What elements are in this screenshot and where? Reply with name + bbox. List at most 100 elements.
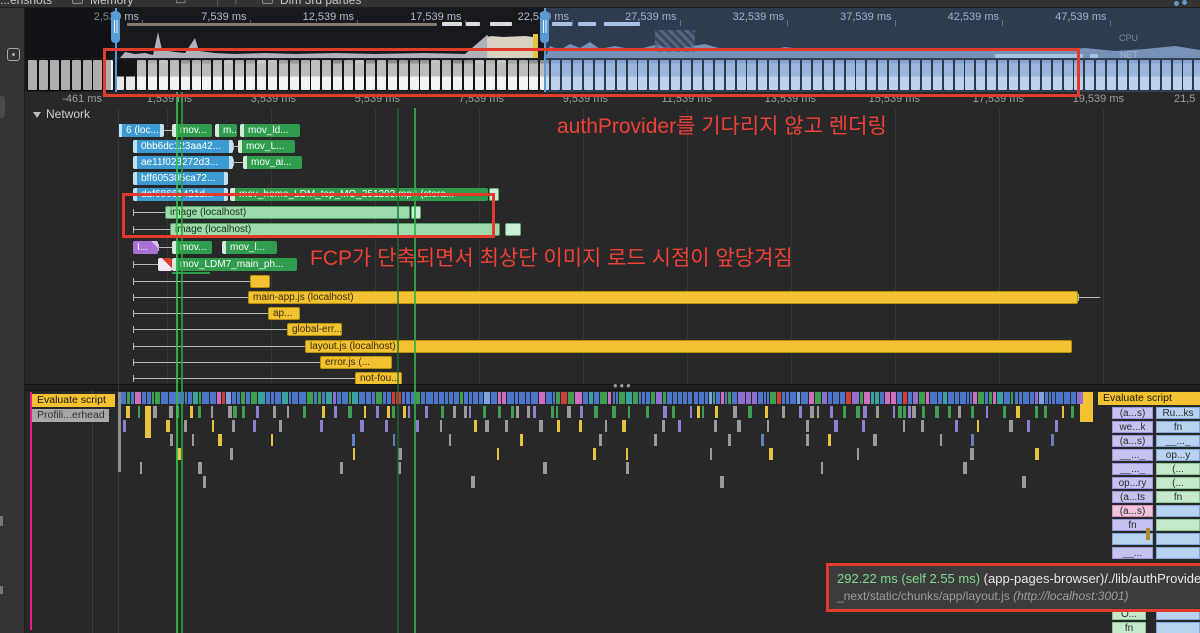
flame-call-frame[interactable] [856,406,860,418]
flame-micro-frame[interactable] [258,392,265,404]
flame-call-frame[interactable] [273,406,275,418]
flame-call-frame[interactable] [1035,406,1038,418]
flame-call-frame[interactable] [516,406,519,418]
network-request-bar[interactable]: mov... [172,124,212,137]
flame-micro-frame[interactable] [1004,392,1010,404]
flame-call-frame[interactable] [662,420,665,432]
flame-call-frame[interactable] [1027,420,1030,432]
flame-micro-frame[interactable] [161,392,168,404]
flame-call-frame[interactable] [806,420,809,432]
flame-micro-frame[interactable] [454,392,459,404]
flame-micro-frame[interactable] [864,392,869,404]
flame-micro-frame[interactable] [1056,392,1063,404]
stack-frame[interactable]: (... [1156,477,1200,489]
flame-micro-frame[interactable] [725,392,727,404]
flame-micro-frame[interactable] [985,392,987,404]
network-request-bar[interactable]: mov... [172,241,212,254]
flame-micro-frame[interactable] [880,392,884,404]
flame-micro-frame[interactable] [142,392,147,404]
flame-call-frame[interactable] [605,420,607,432]
flame-call-frame[interactable] [533,406,536,418]
flame-call-frame[interactable] [169,406,173,418]
stack-frame[interactable]: __..._ [1112,449,1153,461]
flame-micro-frame[interactable] [271,392,274,404]
flame-call-frame[interactable] [348,406,352,418]
flame-micro-frame[interactable] [392,392,395,404]
flame-call-frame[interactable] [539,420,542,432]
flame-call-frame[interactable] [440,420,442,432]
flame-frame[interactable] [1146,528,1150,540]
flame-call-frame[interactable] [921,420,924,432]
flame-micro-frame[interactable] [626,392,633,404]
flame-call-frame[interactable] [782,406,785,418]
flame-micro-frame[interactable] [732,392,737,404]
flame-micro-frame[interactable] [553,392,555,404]
flame-frame-profiling-overhead[interactable]: Profili...erhead [32,409,109,422]
flame-micro-frame[interactable] [349,392,351,404]
flame-micro-frame[interactable] [406,392,411,404]
flame-call-frame[interactable] [556,406,558,418]
flame-call-frame[interactable] [192,434,194,446]
flame-call-frame[interactable] [702,406,704,418]
flame-call-frame[interactable] [527,406,531,418]
flame-call-frame[interactable] [958,406,961,418]
flame-call-frame[interactable] [1071,406,1074,418]
stack-frame[interactable] [1156,519,1200,531]
flame-micro-frame[interactable] [498,392,501,404]
flame-micro-frame[interactable] [1030,392,1034,404]
flame-call-frame[interactable] [628,406,630,418]
flame-call-frame[interactable] [748,406,751,418]
flame-call-frame[interactable] [765,406,768,418]
flame-micro-frame[interactable] [694,392,699,404]
flame-micro-frame[interactable] [185,392,188,404]
flame-call-frame[interactable] [935,406,938,418]
flame-micro-frame[interactable] [1015,392,1018,404]
flame-call-frame[interactable] [471,476,474,488]
flame-call-frame[interactable] [126,406,130,418]
flame-micro-frame[interactable] [891,392,896,404]
flame-micro-frame[interactable] [738,392,745,404]
flame-micro-frame[interactable] [434,392,438,404]
flame-call-frame[interactable] [599,434,603,446]
flame-call-frame[interactable] [353,448,355,460]
flame-micro-frame[interactable] [758,392,763,404]
flame-micro-frame[interactable] [885,392,890,404]
ruler-icon[interactable]: ▭ [175,0,186,7]
network-request-bar[interactable] [250,275,270,288]
flame-micro-frame[interactable] [613,392,616,404]
flame-micro-frame[interactable] [943,392,947,404]
flame-call-frame[interactable] [834,420,838,432]
flame-micro-frame[interactable] [782,392,784,404]
flame-micro-frame[interactable] [127,392,130,404]
selection-left-handle[interactable] [111,11,120,43]
flame-micro-frame[interactable] [705,392,708,404]
flame-micro-frame[interactable] [688,392,693,404]
stack-frame[interactable] [1156,622,1200,633]
flame-call-frame[interactable] [228,406,231,418]
flame-call-frame[interactable] [843,406,846,418]
flame-micro-frame[interactable] [561,392,567,404]
flame-micro-frame[interactable] [372,392,375,404]
flame-micro-frame[interactable] [289,392,291,404]
flame-micro-frame[interactable] [713,392,715,404]
flame-call-frame[interactable] [303,406,305,418]
flame-micro-frame[interactable] [752,392,757,404]
flame-call-frame[interactable] [678,420,681,432]
network-request-bar[interactable]: m... [215,124,237,137]
stack-frame[interactable]: op...y [1156,449,1200,461]
flame-micro-frame[interactable] [402,392,405,404]
flame-call-frame[interactable] [971,406,973,418]
flame-micro-frame[interactable] [801,392,808,404]
flame-micro-frame[interactable] [337,392,341,404]
flame-micro-frame[interactable] [699,392,704,404]
flame-micro-frame[interactable] [1011,392,1013,404]
flame-micro-frame[interactable] [926,392,929,404]
flame-micro-frame[interactable] [709,392,712,404]
flame-call-frame[interactable] [198,462,201,474]
flame-call-frame[interactable] [903,420,905,432]
flame-micro-frame[interactable] [633,392,637,404]
flame-call-frame[interactable] [334,406,337,418]
flame-micro-frame[interactable] [790,392,796,404]
flame-micro-frame[interactable] [619,392,624,404]
flame-micro-frame[interactable] [828,392,832,404]
